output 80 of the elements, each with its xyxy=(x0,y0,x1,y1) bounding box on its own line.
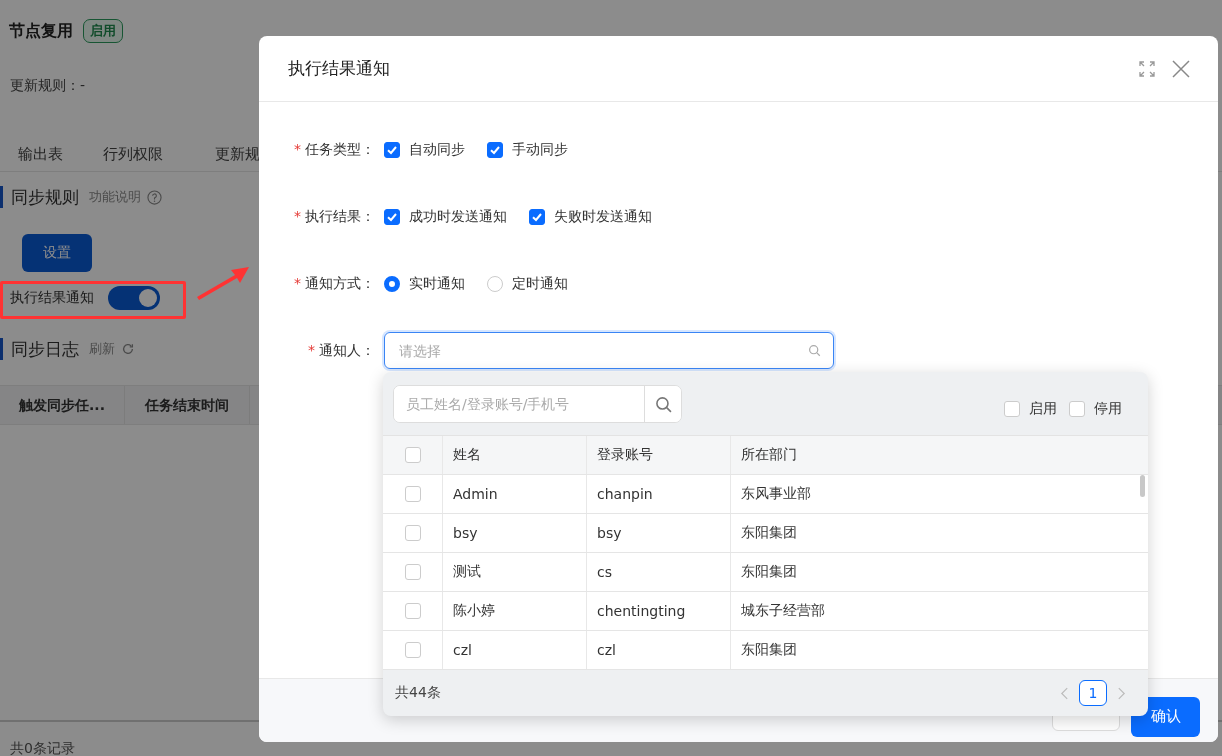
column-header: 姓名 xyxy=(453,446,481,464)
setup-button[interactable]: 设置 xyxy=(22,234,92,272)
tab[interactable]: 输出表 xyxy=(0,145,80,164)
table-cell: czl xyxy=(597,642,616,658)
close-icon[interactable] xyxy=(1172,59,1190,78)
row-checkbox[interactable] xyxy=(404,486,421,502)
checkbox[interactable] xyxy=(384,141,400,158)
toggle-label: 执行结果通知 xyxy=(10,289,94,307)
field-label: 通知人： xyxy=(319,341,375,360)
checkbox-label: 自动同步 xyxy=(409,140,465,159)
field-label: 任务类型： xyxy=(305,140,375,159)
checkbox[interactable] xyxy=(384,208,400,225)
checkbox-label: 成功时发送通知 xyxy=(409,207,507,226)
required-mark: * xyxy=(308,341,315,360)
arrow-icon xyxy=(195,264,251,300)
row-checkbox[interactable] xyxy=(404,642,421,658)
tab[interactable]: 行列权限 xyxy=(80,145,185,164)
table-cell: bsy xyxy=(597,525,622,541)
checkbox[interactable] xyxy=(487,141,503,158)
refresh-icon[interactable] xyxy=(121,342,135,356)
table-cell: chanpin xyxy=(597,486,653,502)
field-label: 通知方式： xyxy=(305,274,375,293)
checkbox[interactable] xyxy=(1069,401,1085,417)
previous-page-icon[interactable] xyxy=(1060,686,1069,700)
toggle-switch[interactable] xyxy=(108,286,160,310)
column-header: 触发同步任... xyxy=(0,386,125,424)
fullscreen-icon[interactable] xyxy=(1138,59,1156,78)
table-cell: bsy xyxy=(453,525,478,541)
required-mark: * xyxy=(294,207,301,226)
required-mark: * xyxy=(294,140,301,159)
table-cell: cs xyxy=(597,564,612,580)
table-cell: 城东子经营部 xyxy=(741,602,825,620)
page-title: 节点复用 xyxy=(9,20,73,42)
radio-label: 实时通知 xyxy=(409,274,465,293)
field-label: 执行结果： xyxy=(305,207,375,226)
update-rule-text: 更新规则：- xyxy=(10,77,86,95)
scrollbar[interactable] xyxy=(1140,475,1145,497)
required-mark: * xyxy=(294,274,301,293)
radio-button[interactable] xyxy=(384,275,400,292)
checkbox-label: 失败时发送通知 xyxy=(554,207,652,226)
record-count: 共0条记录 xyxy=(10,740,75,756)
column-header: 任务结束时间 xyxy=(125,386,250,424)
checkbox-label: 手动同步 xyxy=(512,140,568,159)
radio-label: 定时通知 xyxy=(512,274,568,293)
status-tag: 启用 xyxy=(83,19,123,43)
table-cell: 东阳集团 xyxy=(741,641,797,659)
section-title: 同步规则 xyxy=(11,185,79,209)
total-count: 共44条 xyxy=(395,684,441,702)
table-cell: Admin xyxy=(453,486,498,502)
table-cell: czl xyxy=(453,642,472,658)
search-button[interactable] xyxy=(644,386,681,422)
checkbox[interactable] xyxy=(529,208,545,225)
table-cell: 东阳集团 xyxy=(741,524,797,542)
radio-button[interactable] xyxy=(487,275,503,292)
table-cell: 东风事业部 xyxy=(741,485,811,503)
search-field[interactable]: 员工姓名/登录账号/手机号 xyxy=(393,385,682,423)
select-input[interactable]: 请选择 xyxy=(397,341,808,360)
refresh-link[interactable]: 刷新 xyxy=(89,340,115,358)
row-checkbox[interactable] xyxy=(404,603,421,619)
row-checkbox[interactable] xyxy=(404,525,421,541)
help-link[interactable]: 功能说明 xyxy=(89,188,141,206)
search-icon xyxy=(654,395,672,413)
checkbox[interactable] xyxy=(1004,401,1020,417)
row-checkbox[interactable] xyxy=(404,564,421,580)
column-header: 所在部门 xyxy=(741,446,797,464)
table-cell: chentingting xyxy=(597,603,686,619)
next-page-icon[interactable] xyxy=(1117,686,1126,700)
help-icon[interactable] xyxy=(147,189,162,205)
checkbox-label: 启用 xyxy=(1029,400,1057,418)
dialog-title: 执行结果通知 xyxy=(288,57,391,80)
table-cell: 东阳集团 xyxy=(741,563,797,581)
select-field[interactable]: 请选择 xyxy=(384,332,834,369)
table-cell: 测试 xyxy=(453,563,481,581)
section-title: 同步日志 xyxy=(11,337,79,361)
table-cell: 陈小婷 xyxy=(453,602,495,620)
select-all-checkbox[interactable] xyxy=(404,447,421,463)
checkbox-label: 停用 xyxy=(1094,400,1122,418)
page-button[interactable]: 1 xyxy=(1079,680,1107,706)
column-header: 登录账号 xyxy=(597,446,653,464)
search-icon xyxy=(808,344,821,357)
